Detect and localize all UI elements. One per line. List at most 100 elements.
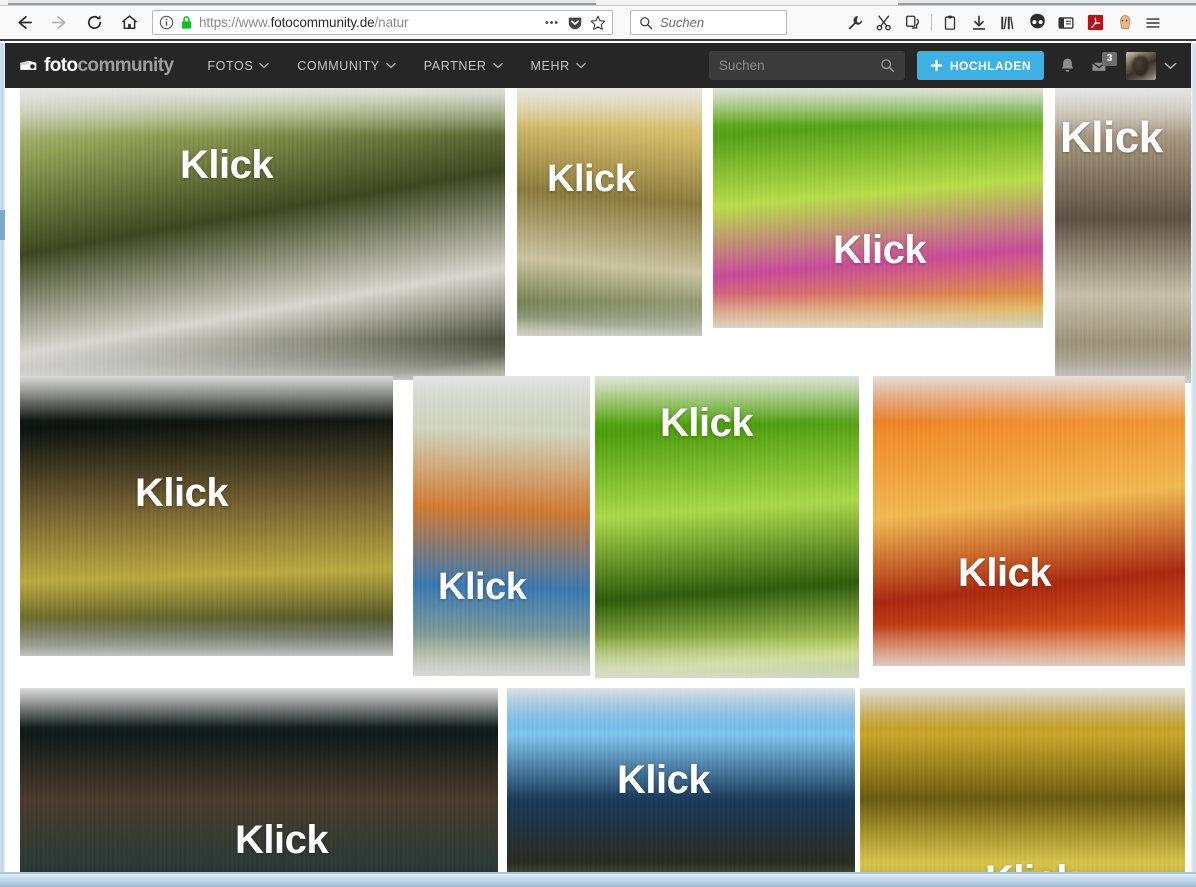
window-border-bottom-line bbox=[0, 872, 1196, 874]
reload-icon bbox=[87, 15, 101, 29]
notifications-button[interactable] bbox=[1050, 46, 1084, 86]
window-border-right bbox=[1191, 43, 1196, 887]
photo-image bbox=[1055, 88, 1191, 383]
browser-search-placeholder: Suchen bbox=[660, 15, 705, 30]
pdf-icon[interactable] bbox=[1081, 9, 1109, 37]
home-icon bbox=[121, 15, 137, 29]
messages-badge: 3 bbox=[1102, 51, 1117, 66]
nav-label: MEHR bbox=[530, 58, 570, 73]
photo-tile[interactable]: Klick bbox=[1055, 88, 1191, 383]
toolbar-divider bbox=[931, 14, 932, 31]
url-text: https://www.fotocommunity.de/natur bbox=[199, 15, 537, 30]
chevron-down-icon bbox=[385, 62, 396, 69]
photo-image bbox=[20, 88, 505, 380]
menu-icon[interactable] bbox=[1139, 9, 1167, 37]
chevron-down-icon bbox=[1164, 62, 1177, 69]
library-icon[interactable] bbox=[994, 9, 1022, 37]
address-bar[interactable]: https://www.fotocommunity.de/natur bbox=[152, 10, 613, 35]
upload-button[interactable]: HOCHLADEN bbox=[916, 51, 1044, 80]
nav-label: FOTOS bbox=[207, 58, 254, 73]
plus-icon bbox=[930, 59, 942, 72]
ghost-icon[interactable] bbox=[1110, 9, 1138, 37]
site-header: fotocommunity FOTOS COMMUNITY PARTNER ME… bbox=[5, 43, 1191, 88]
photo-grid: Klick Klick Klick Klick Klick Klick Klick Klick… bbox=[5, 88, 1191, 887]
pocket-icon[interactable] bbox=[1023, 9, 1051, 37]
photo-image bbox=[517, 88, 702, 336]
logo-text: fotocommunity bbox=[44, 54, 174, 77]
nav-label: PARTNER bbox=[423, 58, 487, 73]
forward-button[interactable] bbox=[43, 9, 75, 37]
browser-search-bar[interactable]: Suchen bbox=[630, 10, 787, 35]
photo-image bbox=[860, 688, 1185, 887]
download-icon[interactable] bbox=[965, 9, 993, 37]
photo-tile[interactable]: Klick bbox=[20, 688, 498, 887]
nav-item-fotos[interactable]: FOTOS bbox=[193, 43, 283, 88]
search-icon[interactable] bbox=[880, 58, 895, 73]
photo-tile[interactable]: Klick bbox=[507, 688, 855, 887]
photo-tile[interactable]: Klick bbox=[595, 376, 859, 678]
avatar[interactable] bbox=[1126, 51, 1156, 80]
photo-tile[interactable]: Klick bbox=[413, 376, 590, 676]
site-search-input[interactable]: Suchen bbox=[708, 51, 905, 80]
reload-button[interactable] bbox=[78, 9, 110, 37]
chevron-down-icon bbox=[575, 62, 586, 69]
photo-tile[interactable]: Klick bbox=[860, 688, 1185, 887]
photo-tile[interactable]: Klick bbox=[20, 88, 505, 380]
chevron-down-icon bbox=[259, 62, 270, 69]
copy-icon[interactable] bbox=[899, 9, 927, 37]
forward-arrow-icon bbox=[51, 15, 66, 30]
nav-label: COMMUNITY bbox=[297, 58, 380, 73]
messages-button[interactable]: 3 bbox=[1084, 46, 1118, 86]
site-nav: FOTOS COMMUNITY PARTNER MEHR bbox=[193, 43, 599, 88]
window-border-left-highlight bbox=[0, 210, 5, 240]
nav-item-mehr[interactable]: MEHR bbox=[517, 43, 600, 88]
back-button[interactable] bbox=[8, 9, 40, 37]
url-domain: fotocommunity.de bbox=[270, 15, 375, 30]
logo-part-community: community bbox=[77, 54, 174, 76]
scissors-icon[interactable] bbox=[870, 9, 898, 37]
window-border-bottom bbox=[0, 873, 1196, 887]
logo-part-foto: foto bbox=[44, 54, 78, 76]
back-arrow-icon bbox=[17, 15, 32, 30]
home-button[interactable] bbox=[113, 9, 145, 37]
upload-button-label: HOCHLADEN bbox=[949, 58, 1031, 73]
page-viewport: fotocommunity FOTOS COMMUNITY PARTNER ME… bbox=[0, 43, 1196, 887]
url-path: /natur bbox=[374, 15, 409, 30]
browser-extension-icons bbox=[841, 9, 1167, 37]
photo-image bbox=[713, 88, 1043, 328]
header-actions: Suchen HOCHLADEN 3 bbox=[708, 46, 1191, 86]
bell-icon bbox=[1061, 58, 1073, 72]
browser-window: https://www.fotocommunity.de/natur Suche… bbox=[0, 0, 1196, 887]
user-menu-button[interactable] bbox=[1164, 57, 1177, 75]
photo-image bbox=[595, 376, 859, 678]
url-scheme: https://www. bbox=[199, 15, 271, 30]
photo-tile[interactable]: Klick bbox=[20, 376, 393, 656]
photo-image bbox=[507, 688, 855, 887]
wrench-icon[interactable] bbox=[841, 9, 869, 37]
site-search-placeholder: Suchen bbox=[718, 58, 765, 73]
photo-tile[interactable]: Klick bbox=[873, 376, 1185, 666]
nav-item-community[interactable]: COMMUNITY bbox=[283, 43, 409, 88]
nav-item-partner[interactable]: PARTNER bbox=[410, 43, 517, 88]
clipboard-icon[interactable] bbox=[936, 9, 964, 37]
browser-tab[interactable] bbox=[8, 0, 596, 5]
sidebar-icon[interactable] bbox=[1052, 9, 1080, 37]
navigation-buttons bbox=[0, 9, 145, 37]
site-logo[interactable]: fotocommunity bbox=[19, 54, 174, 77]
pocket-save-icon[interactable] bbox=[567, 15, 583, 31]
chevron-down-icon bbox=[492, 62, 503, 69]
photo-image bbox=[20, 376, 393, 656]
photo-image bbox=[873, 376, 1185, 666]
photo-image bbox=[413, 376, 590, 676]
photo-tile[interactable]: Klick bbox=[713, 88, 1043, 328]
bookmark-star-icon[interactable] bbox=[590, 15, 606, 31]
page-info-icon[interactable] bbox=[159, 15, 174, 30]
browser-tab[interactable] bbox=[898, 0, 1196, 5]
window-border-left bbox=[0, 43, 5, 887]
photo-tile[interactable]: Klick bbox=[517, 88, 702, 336]
camera-icon bbox=[20, 60, 37, 70]
address-bar-actions bbox=[543, 15, 606, 31]
browser-toolbar: https://www.fotocommunity.de/natur Suche… bbox=[0, 6, 1196, 41]
lock-icon bbox=[181, 16, 192, 29]
page-actions-icon[interactable] bbox=[543, 15, 560, 30]
